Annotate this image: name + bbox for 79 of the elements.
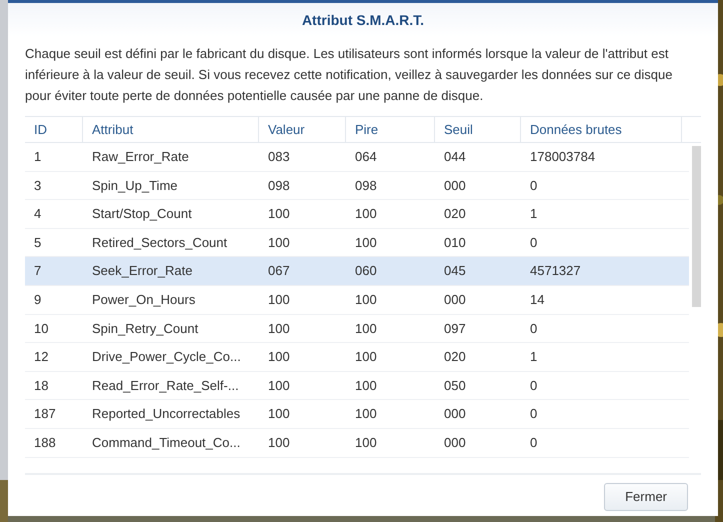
table-cell: Spin_Up_Time bbox=[92, 178, 178, 193]
table-cell: 100 bbox=[268, 378, 290, 393]
table-cell: 044 bbox=[444, 149, 466, 164]
scrollbar-thumb[interactable] bbox=[692, 146, 701, 307]
table-cell: 178003784 bbox=[530, 149, 596, 164]
table-cell: 14 bbox=[530, 292, 544, 308]
table-cell: 18 bbox=[34, 378, 48, 393]
table-cell: 0 bbox=[530, 406, 538, 422]
table-cell: 100 bbox=[268, 320, 290, 336]
table-cell: 050 bbox=[444, 378, 466, 393]
table-cell: Retired_Sectors_Count bbox=[92, 234, 228, 250]
table-cell: 067 bbox=[268, 263, 290, 278]
table-cell: 100 bbox=[355, 292, 377, 308]
table-cell: 100 bbox=[355, 234, 377, 250]
table-cell: Spin_Retry_Count bbox=[92, 320, 198, 336]
table-cell: 098 bbox=[268, 178, 290, 193]
table-cell: 097 bbox=[444, 320, 466, 336]
table-cell: 1 bbox=[530, 206, 538, 222]
table-cell: 188 bbox=[34, 434, 56, 450]
table-cell: Reported_Uncorrectables bbox=[92, 406, 240, 422]
description-text: Chaque seuil est défini par le fabricant du disque. Les utilisateurs sont informés lorsque la valeur de l'attribut est inférieure à la valeur de seuil. Si vous recevez cette notification, veillez à sauvegarder les données sur ce disque pour éviter toute perte de données potentielle causée par une panne de disque. bbox=[25, 45, 674, 105]
table-cell: 100 bbox=[355, 320, 377, 336]
table-cell: 010 bbox=[444, 234, 466, 250]
table-cell: 100 bbox=[268, 292, 290, 308]
table-cell: 187 bbox=[34, 406, 56, 422]
table-cell: 098 bbox=[355, 178, 377, 193]
table-cell: 100 bbox=[268, 206, 290, 222]
table-cell: Read_Error_Rate_Self-... bbox=[92, 378, 239, 393]
table-cell: 7 bbox=[34, 263, 42, 278]
table-cell: 000 bbox=[444, 292, 466, 308]
table-cell: 4 bbox=[34, 206, 42, 222]
table-cell: 0 bbox=[530, 178, 538, 193]
table-cell: 10 bbox=[34, 320, 48, 336]
table-cell: 083 bbox=[268, 149, 290, 164]
table-cell: 000 bbox=[444, 406, 466, 422]
table-cell: 000 bbox=[444, 434, 466, 450]
table-row[interactable]: 3 Spin_Up_Time 098 098 000 0 bbox=[25, 172, 689, 200]
table-cell: 100 bbox=[268, 434, 290, 450]
table-cell: 064 bbox=[355, 149, 377, 164]
table-cell: 045 bbox=[444, 263, 466, 278]
table-cell: 0 bbox=[530, 234, 538, 250]
column-header[interactable]: ID bbox=[25, 117, 83, 142]
table-cell: 0 bbox=[530, 320, 538, 336]
table-cell: 3 bbox=[34, 178, 42, 193]
table-row[interactable]: 7 Seek_Error_Rate 067 060 045 4571327 bbox=[25, 257, 689, 286]
table-cell: 100 bbox=[355, 206, 377, 222]
table-cell: Start/Stop_Count bbox=[92, 206, 192, 222]
table-cell: Raw_Error_Rate bbox=[92, 149, 189, 164]
table-cell: 1 bbox=[34, 149, 42, 164]
table-cell: Drive_Power_Cycle_Co... bbox=[92, 349, 241, 364]
table-cell: 0 bbox=[530, 378, 538, 393]
column-header[interactable]: Valeur bbox=[259, 117, 346, 142]
table-cell: 100 bbox=[268, 234, 290, 250]
table-cell: 100 bbox=[355, 434, 377, 450]
dialog-title: Attribut S.M.A.R.T. bbox=[302, 10, 424, 30]
column-header[interactable]: Seuil bbox=[435, 117, 521, 142]
table-cell: 020 bbox=[444, 349, 466, 364]
table-cell: Seek_Error_Rate bbox=[92, 263, 192, 278]
table-cell: 100 bbox=[268, 349, 290, 364]
table-cell: 12 bbox=[34, 349, 48, 364]
table-cell: 100 bbox=[268, 406, 290, 422]
table-cell: 9 bbox=[34, 292, 42, 308]
table-cell: 100 bbox=[355, 406, 377, 422]
table-row[interactable]: 10 Spin_Retry_Count 100 100 097 0 bbox=[25, 314, 689, 344]
close-button[interactable]: Fermer bbox=[604, 483, 688, 511]
table-cell: 060 bbox=[355, 263, 377, 278]
column-header[interactable]: Données brutes bbox=[521, 117, 682, 142]
table-cell: Power_On_Hours bbox=[92, 292, 196, 308]
table-cell: 1 bbox=[530, 349, 538, 364]
table-cell: 100 bbox=[355, 378, 377, 393]
table-cell: 000 bbox=[444, 178, 466, 193]
table-cell: 4571327 bbox=[530, 263, 581, 278]
table-cell: 100 bbox=[355, 349, 377, 364]
table-cell: 0 bbox=[530, 434, 538, 450]
table-cell: Command_Timeout_Co... bbox=[92, 434, 240, 450]
column-header[interactable]: Attribut bbox=[83, 117, 259, 142]
table-cell: 5 bbox=[34, 234, 42, 250]
column-header[interactable]: Pire bbox=[346, 117, 435, 142]
table-cell: 020 bbox=[444, 206, 466, 222]
